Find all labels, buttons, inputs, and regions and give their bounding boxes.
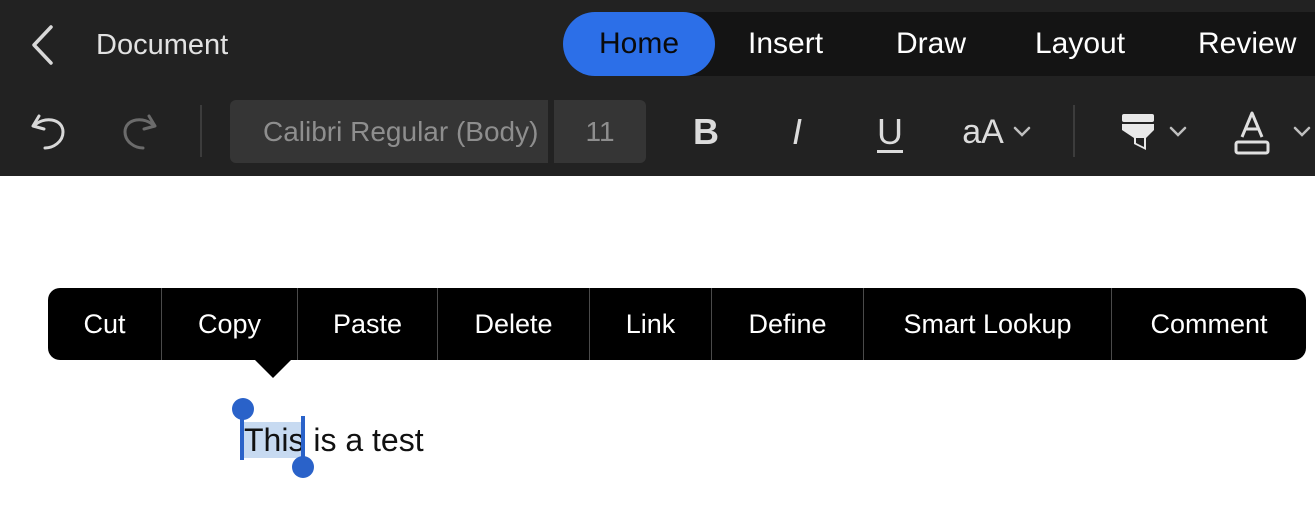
chevron-down-icon	[1293, 126, 1311, 137]
menu-item-smart-lookup[interactable]: Smart Lookup	[864, 288, 1111, 360]
format-toolbar: Calibri Regular (Body) 11 B I U aA	[0, 88, 1315, 176]
highlighter-icon	[1122, 114, 1154, 150]
menu-pointer	[254, 359, 292, 378]
menu-item-delete[interactable]: Delete	[438, 288, 589, 360]
document-title: Document	[96, 29, 229, 61]
redo-button[interactable]	[112, 106, 166, 156]
undo-button[interactable]	[22, 106, 76, 156]
bold-button[interactable]: B	[682, 106, 730, 158]
text-size-label: aA	[962, 112, 1004, 151]
text-size-button[interactable]: aA	[952, 106, 1042, 158]
undo-icon	[31, 114, 65, 150]
edit-context-menu: Cut Copy Paste Delete Link Define Smart …	[48, 288, 1306, 360]
tab-review[interactable]: Review	[1198, 12, 1296, 76]
redo-icon	[123, 114, 157, 150]
selected-text[interactable]: This	[244, 422, 305, 458]
tab-insert[interactable]: Insert	[748, 12, 823, 76]
menu-item-paste[interactable]: Paste	[298, 288, 437, 360]
toolbar-divider	[1073, 105, 1075, 157]
toolbar-divider	[200, 105, 202, 157]
font-name-field[interactable]: Calibri Regular (Body)	[230, 100, 548, 163]
menu-item-cut[interactable]: Cut	[48, 288, 161, 360]
ribbon-tabs: Home Insert Draw Layout Review	[563, 12, 1315, 76]
menu-item-comment[interactable]: Comment	[1112, 288, 1306, 360]
italic-button[interactable]: I	[773, 106, 821, 158]
selection-start-bar	[240, 416, 244, 460]
document-paragraph[interactable]: This is a test	[244, 418, 424, 462]
font-color-button[interactable]	[1232, 104, 1315, 160]
menu-item-copy[interactable]: Copy	[162, 288, 297, 360]
font-size-field[interactable]: 11	[554, 100, 646, 163]
chevron-left-icon	[32, 25, 53, 65]
tab-home[interactable]: Home	[563, 12, 715, 76]
tab-layout[interactable]: Layout	[1035, 12, 1125, 76]
chevron-down-icon	[1169, 126, 1187, 137]
selection-end-handle[interactable]	[292, 456, 314, 478]
menu-item-define[interactable]: Define	[712, 288, 863, 360]
body-text: is a test	[304, 422, 424, 458]
menu-item-link[interactable]: Link	[590, 288, 711, 360]
tab-draw[interactable]: Draw	[896, 12, 966, 76]
font-color-icon	[1234, 111, 1270, 155]
underline-button[interactable]: U	[866, 106, 914, 158]
back-button[interactable]	[22, 22, 62, 68]
chevron-down-icon	[1013, 126, 1031, 137]
selection-end-bar	[301, 416, 305, 460]
highlight-button[interactable]	[1110, 104, 1194, 160]
top-bar: Document Home Insert Draw Layout Review	[0, 0, 1315, 88]
